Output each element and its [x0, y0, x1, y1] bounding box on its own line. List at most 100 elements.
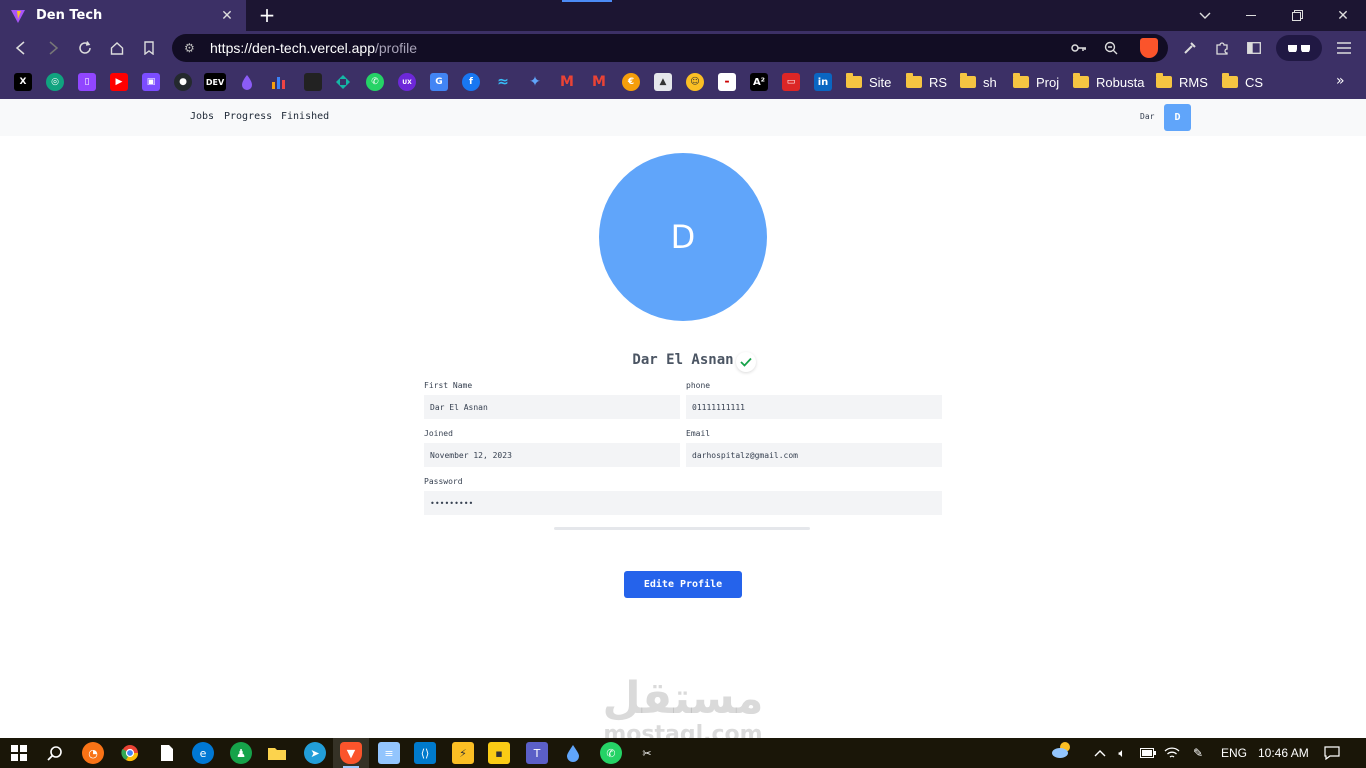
app-orange-icon[interactable]: ◔: [82, 742, 104, 764]
leo-ai-glasses-icon[interactable]: [1276, 35, 1322, 61]
brave-shields-icon[interactable]: [1140, 38, 1158, 58]
wifi-icon[interactable]: [1164, 745, 1180, 761]
teams-icon[interactable]: T: [526, 742, 548, 764]
tray-chevron-up-icon[interactable]: [1092, 745, 1108, 761]
zoom-icon[interactable]: [1100, 37, 1122, 59]
password-key-icon[interactable]: [1068, 37, 1090, 59]
edge-icon[interactable]: e: [192, 742, 214, 764]
edit-profile-button[interactable]: Edite Profile: [624, 571, 742, 598]
droplet-app-icon[interactable]: [562, 742, 584, 764]
gmail-icon-2[interactable]: M: [590, 73, 608, 91]
bookmark-folder-cs[interactable]: CS: [1222, 73, 1263, 91]
back-icon[interactable]: [10, 37, 32, 59]
notification-center-icon[interactable]: [1324, 745, 1340, 761]
telegram-icon[interactable]: ➤: [304, 742, 326, 764]
chrome-icon[interactable]: [119, 742, 141, 764]
url-text[interactable]: https://den-tech.vercel.app/profile: [210, 40, 417, 56]
bar-chart-icon[interactable]: [270, 73, 288, 91]
vite-logo-icon: [10, 8, 26, 24]
bookmarks-overflow-icon[interactable]: »: [1336, 73, 1345, 89]
forward-icon[interactable]: [42, 37, 64, 59]
extensions-puzzle-icon[interactable]: [1210, 37, 1234, 59]
teal-hex-icon[interactable]: [334, 73, 352, 91]
bookmark-folder-label: sh: [983, 74, 997, 90]
notepad-icon[interactable]: ≡: [378, 742, 400, 764]
drop-icon[interactable]: [238, 73, 256, 91]
bookmark-folder-rms[interactable]: RMS: [1156, 73, 1208, 91]
volume-icon[interactable]: 🔈︎: [1114, 745, 1130, 761]
nav-username: Dar: [1140, 112, 1155, 121]
facebook-icon[interactable]: f: [462, 73, 480, 91]
site-info-icon[interactable]: ⚙: [184, 41, 200, 55]
tab-loading-indicator: [562, 0, 612, 2]
sticky-notes-icon[interactable]: ▪: [488, 742, 510, 764]
uxui-icon[interactable]: UX: [398, 73, 416, 91]
android-app-icon[interactable]: ♟: [230, 742, 252, 764]
emoji-face-icon[interactable]: ☺: [686, 73, 704, 91]
app-yellow-icon[interactable]: ⚡: [452, 742, 474, 764]
brave-browser-icon[interactable]: ▼: [340, 742, 362, 764]
language-indicator[interactable]: ENG: [1221, 746, 1247, 760]
reload-icon[interactable]: [74, 37, 96, 59]
chatgpt-icon[interactable]: ◎: [46, 73, 64, 91]
coin-icon[interactable]: €: [622, 73, 640, 91]
close-window-button[interactable]: ✕: [1320, 0, 1366, 31]
dev-to-icon[interactable]: DEV: [204, 73, 226, 91]
a-squared-icon[interactable]: A²: [750, 73, 768, 91]
clock-time[interactable]: 10:46 AM: [1258, 746, 1309, 760]
whatsapp-icon[interactable]: ✆: [366, 73, 384, 91]
folder-icon: [960, 73, 976, 88]
home-icon[interactable]: [106, 37, 128, 59]
gmail-icon-1[interactable]: M: [558, 73, 576, 91]
folder-icon: [1156, 73, 1172, 88]
eyedropper-icon[interactable]: [1178, 37, 1202, 59]
restore-button[interactable]: [1274, 0, 1320, 31]
nav-link-finished[interactable]: Finished: [281, 111, 329, 122]
google-translate-icon[interactable]: G: [430, 73, 448, 91]
twitch-icon[interactable]: ▯: [78, 73, 96, 91]
github-icon[interactable]: ●: [174, 73, 192, 91]
file-explorer-icon[interactable]: [266, 742, 288, 764]
minimize-button[interactable]: [1228, 0, 1274, 31]
nav-avatar[interactable]: D: [1164, 104, 1191, 131]
dark-site-icon[interactable]: [304, 73, 322, 91]
bookmark-folder-proj[interactable]: Proj: [1013, 73, 1059, 91]
menu-hamburger-icon[interactable]: [1332, 37, 1356, 59]
bookmark-folder-site[interactable]: Site: [846, 73, 891, 91]
address-bar[interactable]: ⚙ https://den-tech.vercel.app/profile: [172, 34, 1168, 62]
weather-icon[interactable]: [1050, 742, 1074, 758]
youtube-icon[interactable]: ▶: [110, 73, 128, 91]
site-thumbnail-icon[interactable]: ▬: [718, 73, 736, 91]
pen-icon[interactable]: ✎: [1190, 745, 1206, 761]
nav-link-progress[interactable]: Progress: [224, 111, 272, 122]
browser-tab-active[interactable]: Den Tech ✕: [0, 0, 246, 31]
battery-icon[interactable]: [1140, 745, 1156, 761]
linkedin-icon[interactable]: in: [814, 73, 832, 91]
search-icon[interactable]: [44, 742, 66, 764]
nav-link-jobs[interactable]: Jobs: [190, 111, 214, 122]
bookmark-folder-rs[interactable]: RS: [906, 73, 947, 91]
new-tab-button[interactable]: +: [256, 4, 278, 26]
bookmark-folder-robusta[interactable]: Robusta: [1073, 73, 1144, 91]
tab-close-icon[interactable]: ✕: [218, 8, 236, 24]
section-divider: [554, 527, 810, 530]
photo-icon[interactable]: ▲: [654, 73, 672, 91]
red-bookmark-icon[interactable]: ▭: [782, 73, 800, 91]
vscode-icon[interactable]: ⟨⟩: [414, 742, 436, 764]
tab-search-chevron-icon[interactable]: [1182, 0, 1228, 31]
tailwind-icon[interactable]: ≈: [494, 73, 512, 91]
snipping-tool-icon[interactable]: ✂: [636, 742, 658, 764]
whatsapp-taskbar-icon[interactable]: ✆: [600, 742, 622, 764]
bookmark-folder-sh[interactable]: sh: [960, 73, 997, 91]
document-icon[interactable]: [156, 742, 178, 764]
x-twitter-icon[interactable]: X: [14, 73, 32, 91]
joined-label: Joined: [424, 429, 453, 438]
windows-taskbar: ◔ e ♟ ➤ ▼ ≡ ⟨⟩ ⚡ ▪ T ✆ ✂ 🔈︎ ✎ ENG 10:46 …: [0, 738, 1366, 768]
windows-start-icon[interactable]: [8, 742, 30, 764]
first-name-field: Dar El Asnan: [424, 395, 680, 419]
bookmark-icon[interactable]: [138, 37, 160, 59]
folder-icon: [846, 73, 862, 88]
profile-card-icon[interactable]: ▣: [142, 73, 160, 91]
sidebar-toggle-icon[interactable]: [1242, 37, 1266, 59]
gemini-sparkle-icon[interactable]: ✦: [526, 73, 544, 91]
